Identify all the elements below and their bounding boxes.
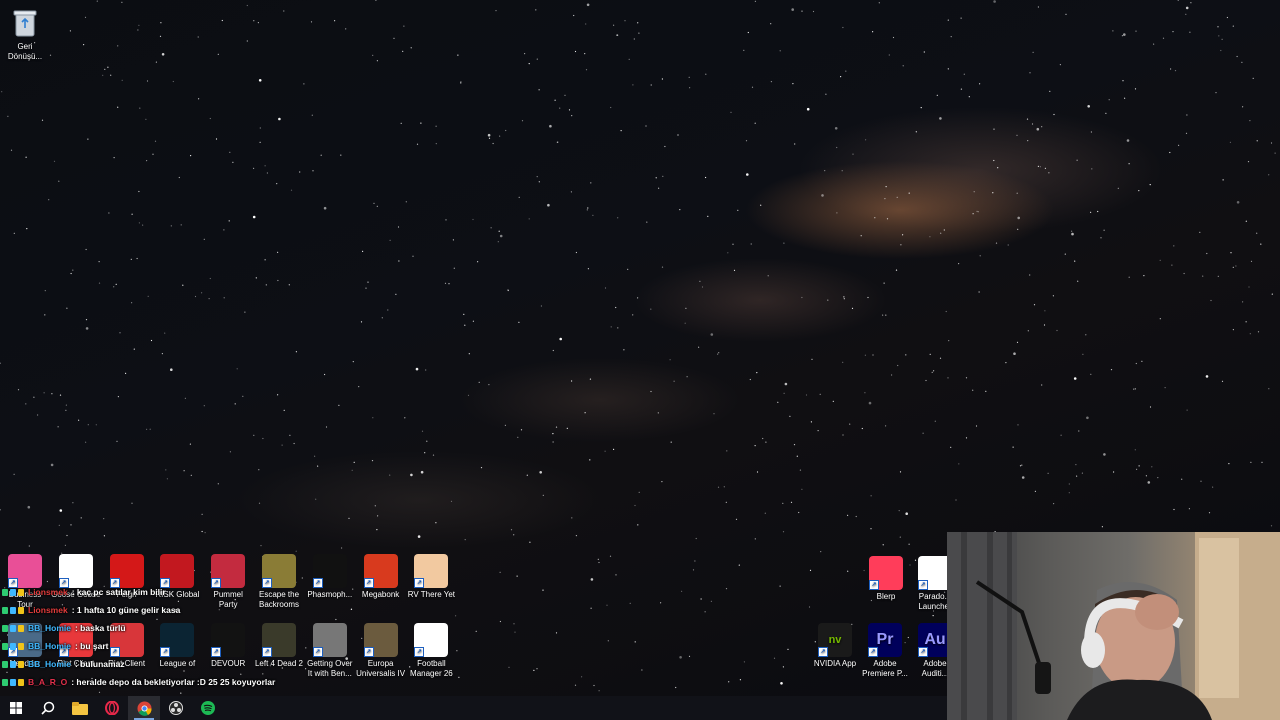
recycle-bin-label-1: Geri	[17, 42, 33, 51]
desktop-shortcut-label: Football Manager 26	[410, 659, 453, 678]
chat-badge-icon	[10, 642, 16, 650]
desktop-shortcut-megabonk[interactable]: ↗ Megabonk	[356, 554, 406, 600]
spotify-button[interactable]	[192, 696, 224, 720]
chat-text: : heralde depo da bekletiyorlar :D 25 25…	[71, 677, 276, 687]
desktop-shortcut-adobe-premiere-p[interactable]: Pr ↗ Adobe Premiere P...	[860, 623, 910, 679]
chat-message: BB_Homie: baska türlü	[2, 619, 332, 637]
chat-text: : baska türlü	[74, 623, 126, 633]
spotify-icon	[201, 701, 215, 715]
chat-username: Lionsmek	[28, 587, 68, 597]
blerp-icon: ↗	[869, 556, 903, 590]
chat-badge-icon	[10, 678, 16, 686]
shortcut-arrow-icon: ↗	[918, 580, 928, 590]
chat-text: : kaç pc satılar kim bilir	[71, 587, 166, 597]
desktop-shortcut-nvidia-app[interactable]: nv ↗ NVIDIA App	[810, 623, 860, 669]
chat-badge-icon	[10, 660, 16, 668]
desktop-shortcut-label: Blerp	[876, 592, 896, 601]
football-manager-26-icon: ↗	[414, 623, 449, 657]
shortcut-arrow-icon: ↗	[363, 578, 374, 588]
file-explorer-button[interactable]	[64, 696, 96, 720]
recycle-bin-label-2: Dönüşü...	[7, 52, 43, 61]
chat-message: Lionsmek: kaç pc satılar kim bilir	[2, 583, 332, 601]
windows-icon	[10, 702, 22, 714]
shortcut-arrow-icon: ↗	[818, 647, 828, 657]
chat-badge-icon	[2, 678, 8, 686]
shortcut-arrow-icon: ↗	[414, 647, 425, 657]
trash-icon	[8, 6, 42, 40]
desktop-shortcut-label: Megabonk	[361, 590, 400, 599]
opera-gx-button[interactable]	[96, 696, 128, 720]
opera-gx-icon	[105, 701, 119, 715]
shortcut-arrow-icon: ↗	[869, 580, 879, 590]
desktop-shortcut-label: RV There Yet	[407, 590, 456, 599]
chat-badge-icon	[2, 642, 8, 650]
chat-badge-icon	[10, 624, 16, 632]
desktop-shortcut-label: NVIDIA App	[813, 659, 857, 668]
search-icon	[41, 701, 55, 715]
shortcut-arrow-icon: ↗	[868, 647, 878, 657]
chat-badge-icon	[2, 660, 8, 668]
chat-username: BB_Homie	[28, 641, 71, 651]
chat-badge-icon	[18, 678, 24, 686]
chat-message: B_A_R_O: heralde depo da bekletiyorlar :…	[2, 673, 332, 691]
search-button[interactable]	[32, 696, 64, 720]
desktop-shortcut-football-manager-26[interactable]: ↗ Football Manager 26	[406, 623, 456, 679]
chat-message: Lionsmek: 1 hafta 10 güne gelir kasa	[2, 601, 332, 619]
chat-badge-icon	[18, 624, 24, 632]
shortcut-arrow-icon: ↗	[414, 578, 425, 588]
chat-badge-icon	[2, 588, 8, 596]
rv-there-yet-icon: ↗	[414, 554, 449, 588]
shortcut-arrow-icon: ↗	[363, 647, 374, 657]
europa-universalis-iv-icon: ↗	[363, 623, 398, 657]
chat-badge-icon	[18, 606, 24, 614]
folder-icon	[72, 701, 88, 715]
chat-badge-icon	[18, 642, 24, 650]
desktop-shortcut-label: Adobe Premiere P...	[862, 659, 908, 678]
recycle-bin-icon[interactable]: Geri Dönüşü...	[0, 6, 50, 62]
chat-text: : bu şart	[74, 641, 109, 651]
chat-badge-icon	[10, 588, 16, 596]
chat-message: BB_Homie: bulunamaz	[2, 655, 332, 673]
chat-badge-icon	[18, 588, 24, 596]
chat-badge-icon	[2, 624, 8, 632]
chrome-icon	[137, 701, 152, 716]
chat-username: BB_Homie	[28, 659, 71, 669]
desktop-shortcut-europa-universalis-iv[interactable]: ↗ Europa Universalis IV	[356, 623, 406, 679]
taskbar	[0, 696, 947, 720]
chat-badge-icon	[18, 660, 24, 668]
megabonk-icon: ↗	[363, 554, 398, 588]
chat-text: : bulunamaz	[74, 659, 125, 669]
nvidia-app-icon: nv ↗	[818, 623, 852, 657]
adobe-premiere-p-icon: Pr ↗	[868, 623, 902, 657]
desktop-shortcut-rv-there-yet[interactable]: ↗ RV There Yet	[406, 554, 456, 600]
chat-text: : 1 hafta 10 güne gelir kasa	[71, 605, 181, 615]
chat-username: B_A_R_O	[28, 677, 68, 687]
obs-icon	[169, 701, 183, 715]
webcam-overlay	[947, 532, 1280, 720]
start-button[interactable]	[0, 696, 32, 720]
chrome-button[interactable]	[128, 696, 160, 720]
desktop-shortcut-label: Europa Universalis IV	[356, 659, 406, 678]
obs-button[interactable]	[160, 696, 192, 720]
chat-badge-icon	[10, 606, 16, 614]
chat-badge-icon	[2, 606, 8, 614]
chat-username: Lionsmek	[28, 605, 68, 615]
desktop-shortcut-blerp[interactable]: ↗ Blerp	[861, 556, 911, 602]
chat-username: BB_Homie	[28, 623, 71, 633]
chat-message: BB_Homie: bu şart	[2, 637, 332, 655]
stream-chat-overlay: Lionsmek: kaç pc satılar kim bilir Lionsm…	[2, 583, 332, 691]
shortcut-arrow-icon: ↗	[918, 647, 928, 657]
